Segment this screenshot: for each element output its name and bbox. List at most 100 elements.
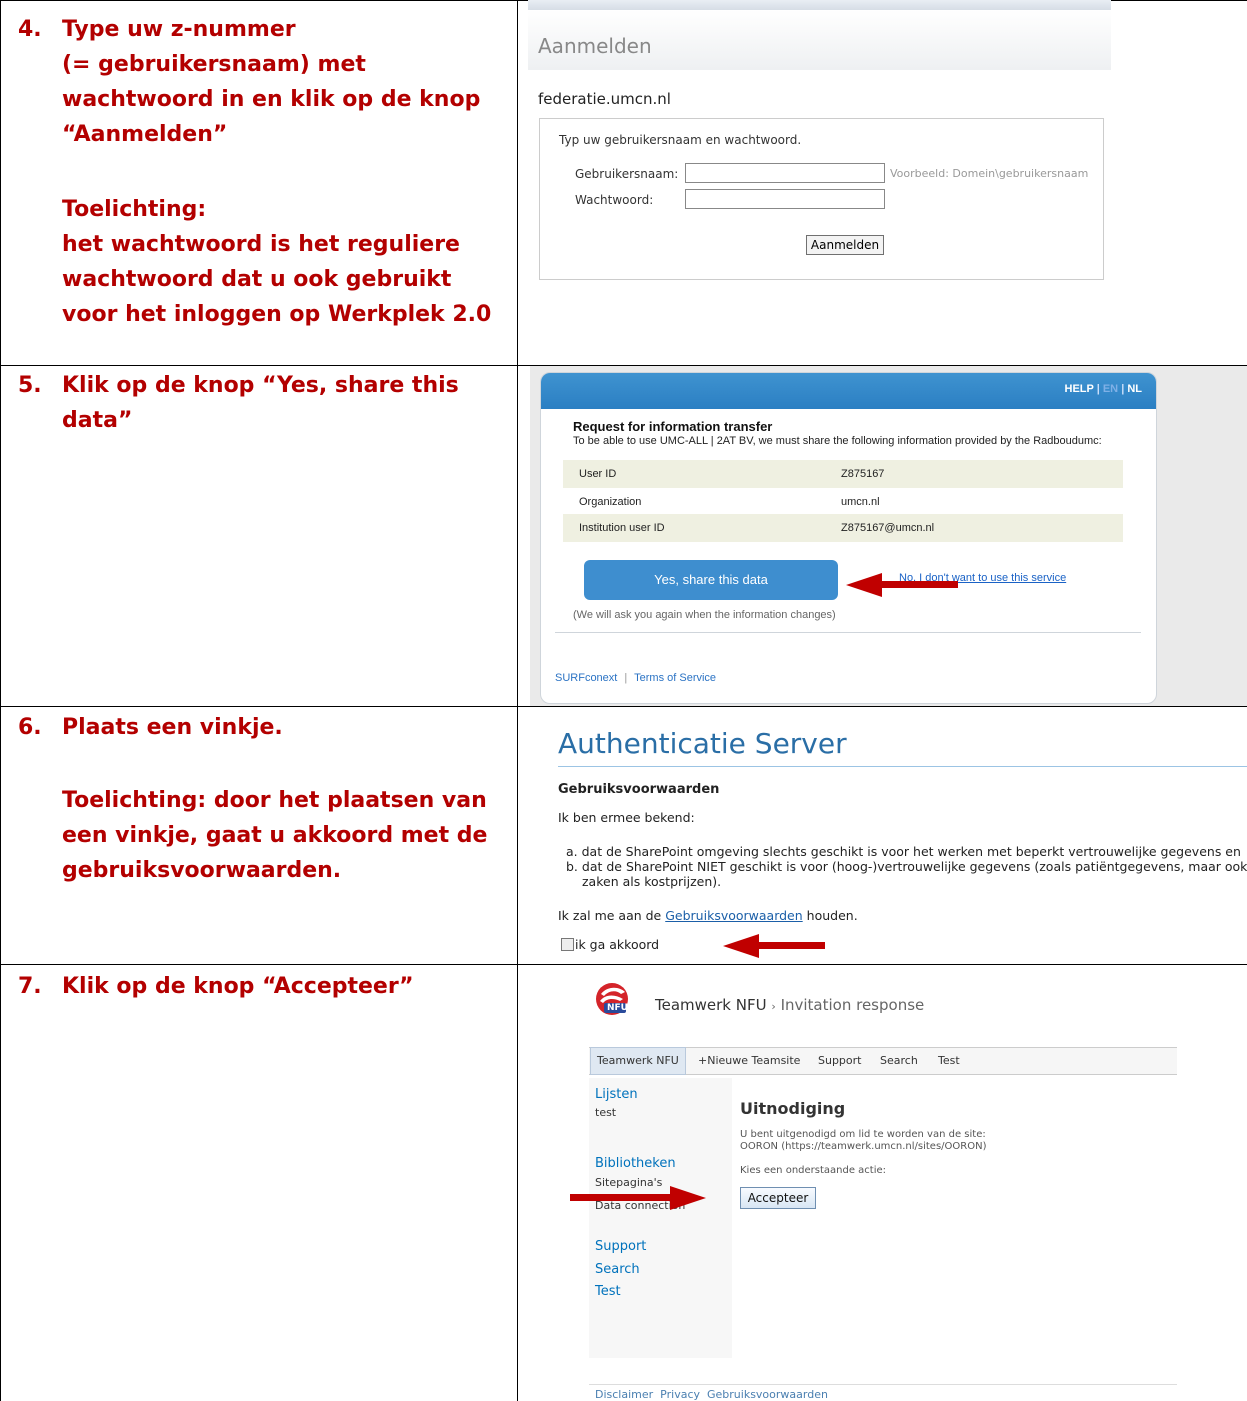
consent-heading: Request for information transfer [573, 419, 773, 434]
quick-launch: Lijsten test Bibliotheken Sitepagina's D… [589, 1078, 732, 1358]
consent-footer: SURFconext | Terms of Service [555, 672, 716, 684]
title-rule [558, 766, 1247, 767]
page-title: Aanmelden [538, 34, 652, 58]
page-title: Invitation response [780, 996, 925, 1014]
step-number: 7. [18, 974, 42, 999]
note-line: Toelichting: door het plaatsen van [62, 788, 487, 813]
site-title-link[interactable]: Teamwerk NFU [655, 996, 767, 1014]
step-6-instructions: 6. Plaats een vinkje. Toelichting: door … [0, 710, 517, 910]
language-switcher: HELP | EN | NL [1065, 383, 1143, 395]
top-nav: Teamwerk NFU +Nieuwe Teamsite Support Se… [589, 1047, 1177, 1075]
gebruiksvoorwaarden-footer-link[interactable]: Gebruiksvoorwaarden [707, 1388, 828, 1401]
consent-footnote: (We will ask you again when the informat… [573, 609, 836, 621]
attribute-key: Organization [579, 496, 642, 508]
footer-divider [589, 1384, 1177, 1385]
nav-bibliotheken[interactable]: Bibliotheken [595, 1156, 676, 1171]
column-divider [517, 0, 518, 1401]
checkbox-label: ik ga akkoord [575, 937, 660, 952]
nav-support[interactable]: Support [595, 1239, 646, 1254]
gebruiksvoorwaarden-link[interactable]: Gebruiksvoorwaarden [665, 908, 802, 923]
invitation-line: U bent uitgenodigd om lid te worden van … [740, 1129, 986, 1140]
nav-test[interactable]: Test [595, 1284, 621, 1299]
invitation-url-line: OORON (https://teamwerk.umcn.nl/sites/OO… [740, 1141, 987, 1152]
step-5-instructions: 5. Klik op de knop “Yes, share this data… [0, 368, 517, 448]
step-line: (= gebruikersnaam) met [62, 52, 366, 77]
attribute-row: Organization umcn.nl [563, 488, 1123, 516]
adfs-login-screenshot: Aanmelden federatie.umcn.nl Typ uw gebru… [528, 0, 1111, 360]
step-line: data” [62, 408, 133, 433]
yes-share-data-button[interactable]: Yes, share this data [584, 560, 838, 600]
nav-search[interactable]: Search [595, 1262, 640, 1277]
username-hint: Voorbeeld: Domein\gebruikersnaam [890, 167, 1089, 180]
logo-text: NFU [607, 1003, 628, 1013]
password-label: Wachtwoord: [575, 193, 654, 207]
authenticatie-server-screenshot: Authenticatie Server Gebruiksvoorwaarden… [518, 707, 1247, 964]
username-label: Gebruikersnaam: [575, 167, 679, 181]
step-4-instructions: 4. Type uw z-nummer (= gebruikersnaam) m… [0, 12, 517, 352]
terms-of-service-link[interactable]: Terms of Service [634, 672, 716, 684]
form-intro: Typ uw gebruikersnaam en wachtwoord. [559, 133, 802, 147]
terms-item-b: b. dat de SharePoint NIET geschikt is vo… [566, 859, 1247, 874]
privacy-link[interactable]: Privacy [660, 1388, 700, 1401]
footer-divider [555, 632, 1141, 633]
consent-card: HELP | EN | NL Request for information t… [540, 372, 1157, 704]
step-number: 6. [18, 715, 42, 740]
lang-en-link[interactable]: EN [1103, 383, 1118, 395]
terms-heading: Gebruiksvoorwaarden [558, 782, 720, 797]
note-line: wachtwoord dat u ook gebruikt [62, 267, 452, 292]
help-link[interactable]: HELP [1065, 383, 1094, 395]
login-form: Typ uw gebruikersnaam en wachtwoord. Geb… [539, 118, 1104, 280]
username-field[interactable] [685, 163, 885, 183]
step-number: 4. [18, 17, 42, 42]
action-prompt: Kies een onderstaande actie: [740, 1165, 887, 1176]
step-line: Klik op de knop “Accepteer” [62, 974, 414, 999]
aanmelden-button[interactable]: Aanmelden [806, 235, 884, 255]
step-line: wachtwoord in en klik op de knop [62, 87, 481, 112]
note-line: een vinkje, gaat u akkoord met de [62, 823, 488, 848]
red-arrow [723, 934, 825, 958]
nfu-logo: NFU [595, 982, 629, 1016]
pledge-text: Ik zal me aan de [558, 908, 666, 923]
lang-nl-link[interactable]: NL [1127, 383, 1142, 395]
separator: | [1121, 383, 1125, 395]
site-breadcrumb: Teamwerk NFU › Invitation response [655, 996, 924, 1014]
password-field[interactable] [685, 189, 885, 209]
invitation-heading: Uitnodiging [740, 1099, 846, 1118]
accept-terms-checkbox[interactable] [561, 938, 574, 951]
page-footer: Disclaimer Privacy Gebruiksvoorwaarden [595, 1388, 828, 1401]
tab-teamwerk-nfu[interactable]: Teamwerk NFU [590, 1047, 686, 1075]
tab-search[interactable]: Search [880, 1048, 918, 1074]
attribute-key: User ID [579, 468, 617, 480]
terms-item-a: a. dat de SharePoint omgeving slechts ge… [566, 844, 1241, 859]
consent-intro: To be able to use UMC-ALL | 2AT BV, we m… [573, 435, 1102, 447]
federation-domain: federatie.umcn.nl [538, 90, 671, 108]
attribute-row: User ID Z875167 [563, 460, 1123, 488]
terms-intro: Ik ben ermee bekend: [558, 810, 695, 825]
attribute-row: Institution user ID Z875167@umcn.nl [563, 514, 1123, 542]
separator: | [624, 672, 628, 684]
terms-pledge: Ik zal me aan de Gebruiksvoorwaarden hou… [558, 908, 858, 923]
attribute-key: Institution user ID [579, 522, 665, 534]
attribute-value: Z875167 [841, 468, 885, 480]
step-number: 5. [18, 373, 42, 398]
red-arrow [846, 573, 958, 597]
disclaimer-link[interactable]: Disclaimer [595, 1388, 653, 1401]
note-line: voor het inloggen op Werkplek 2.0 [62, 302, 492, 327]
nav-test-list[interactable]: test [595, 1106, 616, 1119]
surfconext-link[interactable]: SURFconext [555, 672, 617, 684]
accepteer-button[interactable]: Accepteer [740, 1187, 816, 1209]
terms-item-b-cont: zaken als kostprijzen). [582, 874, 722, 889]
attribute-value: umcn.nl [841, 496, 880, 508]
attribute-value: Z875167@umcn.nl [841, 522, 935, 534]
breadcrumb-separator: › [771, 1000, 776, 1013]
tab-support[interactable]: Support [818, 1048, 861, 1074]
step-line: Type uw z-nummer [62, 17, 296, 42]
red-arrow [570, 1186, 706, 1210]
pledge-text: houden. [802, 908, 858, 923]
nav-lijsten[interactable]: Lijsten [595, 1087, 638, 1102]
tab-nieuwe-teamsite[interactable]: +Nieuwe Teamsite [698, 1048, 800, 1074]
tab-test[interactable]: Test [938, 1048, 960, 1074]
note-heading: Toelichting: [62, 197, 207, 222]
step-line: Klik op de knop “Yes, share this [62, 373, 459, 398]
note-line: het wachtwoord is het reguliere [62, 232, 460, 257]
